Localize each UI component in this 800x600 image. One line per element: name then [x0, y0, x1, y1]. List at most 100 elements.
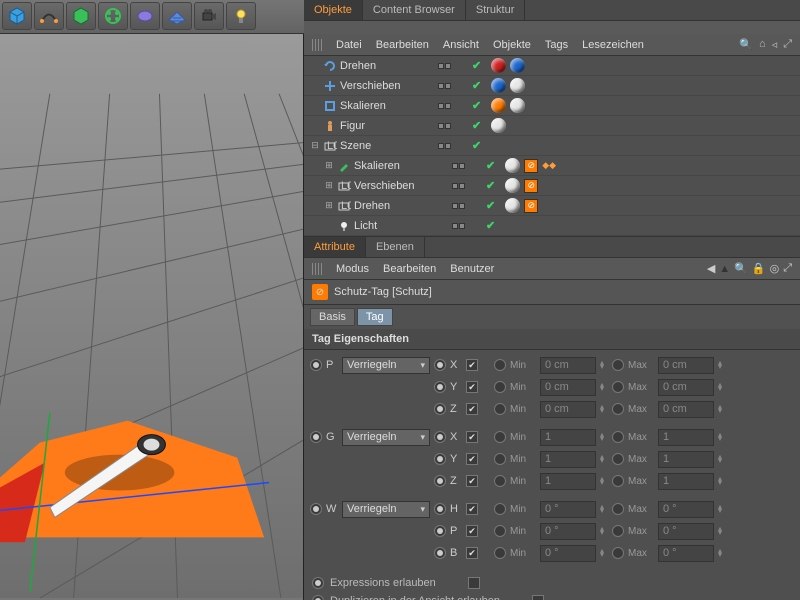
check-icon[interactable]: ✔ [472, 139, 481, 152]
menu-tags[interactable]: Tags [545, 39, 568, 51]
radio-max[interactable] [612, 453, 624, 465]
environment-tool[interactable] [130, 2, 160, 30]
spinner-icon[interactable]: ▴▾ [718, 505, 726, 513]
object-row[interactable]: ⊞L0Drehen✔⊘ [304, 196, 800, 216]
floor-tool[interactable] [162, 2, 192, 30]
expand-icon[interactable]: ⤢ [783, 38, 792, 51]
cube-tool[interactable] [2, 2, 32, 30]
radio-axis[interactable] [434, 547, 446, 559]
axis-checkbox[interactable]: ✔ [466, 381, 478, 393]
min-field[interactable]: 0 cm [540, 379, 596, 396]
radio-axis[interactable] [434, 403, 446, 415]
radio-max[interactable] [612, 381, 624, 393]
deformer-tool[interactable] [98, 2, 128, 30]
radio-min[interactable] [494, 403, 506, 415]
radio-axis[interactable] [434, 503, 446, 515]
check-icon[interactable]: ✔ [486, 199, 495, 212]
axis-checkbox[interactable]: ✔ [466, 431, 478, 443]
radio-max[interactable] [612, 403, 624, 415]
radio-expressions[interactable] [312, 577, 324, 589]
max-field[interactable]: 1 [658, 473, 714, 490]
radio-min[interactable] [494, 547, 506, 559]
radio-max[interactable] [612, 431, 624, 443]
tab-ebenen[interactable]: Ebenen [366, 237, 425, 257]
light-tool[interactable] [226, 2, 256, 30]
check-icon[interactable]: ✔ [472, 119, 481, 132]
check-icon[interactable]: ✔ [472, 99, 481, 112]
radio-max[interactable] [612, 547, 624, 559]
radio-min[interactable] [494, 503, 506, 515]
radio-P[interactable] [310, 359, 322, 371]
menu-ansicht[interactable]: Ansicht [443, 39, 479, 51]
max-field[interactable]: 0 ° [658, 523, 714, 540]
radio-min[interactable] [494, 359, 506, 371]
check-icon[interactable]: ✔ [486, 219, 495, 232]
axis-checkbox[interactable]: ✔ [466, 503, 478, 515]
check-icon[interactable]: ✔ [472, 79, 481, 92]
home-icon[interactable]: ⌂ [759, 38, 766, 51]
lock-dropdown[interactable]: Verriegeln [342, 357, 430, 374]
expander-icon[interactable]: ⊞ [322, 180, 336, 191]
spinner-icon[interactable]: ▴▾ [718, 549, 726, 557]
expander-icon[interactable]: ⊞ [322, 200, 336, 211]
spinner-icon[interactable]: ▴▾ [718, 527, 726, 535]
radio-axis[interactable] [434, 453, 446, 465]
menu-modus[interactable]: Modus [336, 263, 369, 275]
checkbox-expressions[interactable] [468, 577, 480, 589]
camera-tool[interactable] [194, 2, 224, 30]
prev-icon[interactable]: ◃ [772, 38, 778, 51]
tab-content-browser[interactable]: Content Browser [363, 0, 466, 20]
axis-checkbox[interactable]: ✔ [466, 547, 478, 559]
radio-W[interactable] [310, 503, 322, 515]
tab-attribute[interactable]: Attribute [304, 237, 366, 257]
object-row[interactable]: Skalieren✔ [304, 96, 800, 116]
radio-axis[interactable] [434, 359, 446, 371]
min-field[interactable]: 0 ° [540, 501, 596, 518]
object-row[interactable]: Verschieben✔ [304, 76, 800, 96]
generator-tool[interactable] [66, 2, 96, 30]
menu-objekte[interactable]: Objekte [493, 39, 531, 51]
spinner-icon[interactable]: ▴▾ [600, 527, 608, 535]
tab-objekte[interactable]: Objekte [304, 0, 363, 20]
object-row[interactable]: ⊞L0Verschieben✔⊘ [304, 176, 800, 196]
object-row[interactable]: Drehen✔ [304, 56, 800, 76]
object-row[interactable]: ⊟L0Szene✔ [304, 136, 800, 156]
max-field[interactable]: 1 [658, 451, 714, 468]
max-field[interactable]: 0 ° [658, 545, 714, 562]
min-field[interactable]: 0 ° [540, 545, 596, 562]
radio-max[interactable] [612, 503, 624, 515]
spinner-icon[interactable]: ▴▾ [718, 405, 726, 413]
spinner-icon[interactable]: ▴▾ [718, 361, 726, 369]
checkbox-duplicate[interactable] [532, 595, 544, 600]
max-field[interactable]: 0 cm [658, 379, 714, 396]
radio-G[interactable] [310, 431, 322, 443]
nav-target-icon[interactable]: ◎ [770, 262, 780, 275]
spinner-icon[interactable]: ▴▾ [600, 455, 608, 463]
axis-checkbox[interactable]: ✔ [466, 453, 478, 465]
max-field[interactable]: 1 [658, 429, 714, 446]
object-row[interactable]: ⊞Skalieren✔⊘◆◆ [304, 156, 800, 176]
min-field[interactable]: 0 cm [540, 357, 596, 374]
nav-expand-icon[interactable]: ⤢ [783, 262, 792, 275]
expander-icon[interactable]: ⊟ [308, 140, 322, 151]
radio-min[interactable] [494, 525, 506, 537]
spinner-icon[interactable]: ▴▾ [600, 383, 608, 391]
radio-min[interactable] [494, 475, 506, 487]
expander-icon[interactable]: ⊞ [322, 160, 336, 171]
spinner-icon[interactable]: ▴▾ [600, 405, 608, 413]
max-field[interactable]: 0 cm [658, 357, 714, 374]
spinner-icon[interactable]: ▴▾ [600, 505, 608, 513]
menu-bearbeiten[interactable]: Bearbeiten [376, 39, 429, 51]
menu-benutzer[interactable]: Benutzer [450, 263, 494, 275]
radio-axis[interactable] [434, 431, 446, 443]
lock-dropdown[interactable]: Verriegeln [342, 429, 430, 446]
radio-max[interactable] [612, 525, 624, 537]
radio-axis[interactable] [434, 381, 446, 393]
radio-axis[interactable] [434, 475, 446, 487]
max-field[interactable]: 0 ° [658, 501, 714, 518]
radio-duplicate[interactable] [312, 595, 324, 600]
max-field[interactable]: 0 cm [658, 401, 714, 418]
lock-dropdown[interactable]: Verriegeln [342, 501, 430, 518]
spinner-icon[interactable]: ▴▾ [600, 433, 608, 441]
object-row[interactable]: Licht✔ [304, 216, 800, 236]
